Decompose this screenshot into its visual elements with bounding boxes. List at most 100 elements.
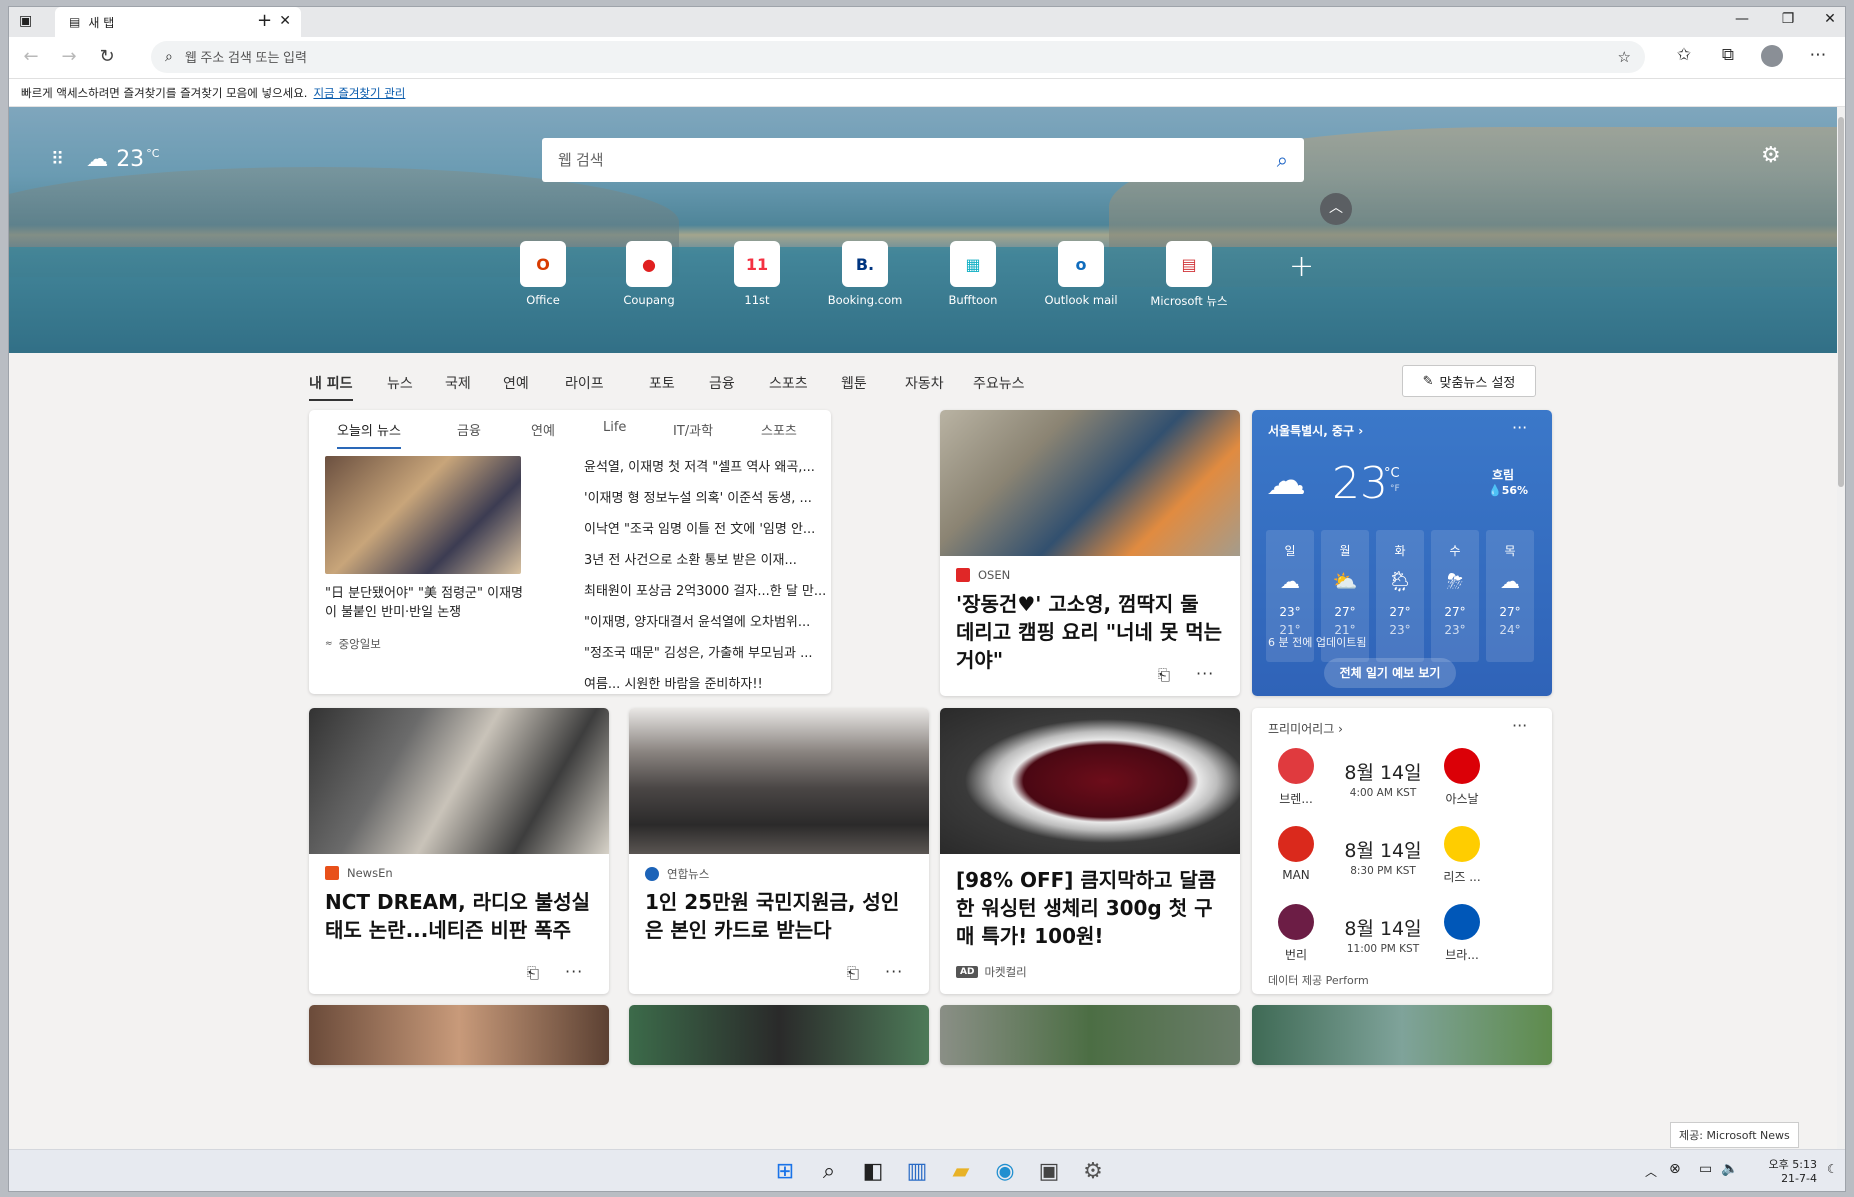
unit-f[interactable]: °F	[1390, 484, 1400, 494]
forecast-button[interactable]: 전체 일기 예보 보기	[1324, 658, 1456, 688]
vertical-scrollbar[interactable]	[1837, 107, 1845, 1149]
subtab-0[interactable]: 오늘의 뉴스	[337, 420, 401, 449]
store-icon[interactable]: ▣	[1035, 1158, 1063, 1186]
osen-news-card[interactable]: OSEN '장동건♥' 고소영, 껌딱지 둘 데리고 캠핑 요리 "너네 못 먹…	[940, 410, 1240, 696]
unit-c[interactable]: °C	[1384, 466, 1400, 481]
match-row[interactable]: MAN 8월 14일 8:30 PM KST 리즈 ...	[1252, 826, 1552, 906]
subtab-3[interactable]: Life	[603, 420, 626, 435]
web-search-box[interactable]: ⌕	[542, 138, 1304, 182]
forecast-day[interactable]: 화 🌦 27° 23°	[1376, 530, 1424, 662]
feed-tab-10[interactable]: 주요뉴스	[973, 373, 1025, 393]
close-tab-icon[interactable]: ✕	[279, 13, 291, 29]
headline-item[interactable]: 3년 전 사건으로 소환 통보 받은 이재...	[584, 549, 831, 568]
feed-tab-4[interactable]: 라이프	[565, 373, 604, 393]
add-quicklink-icon[interactable]: +	[1289, 249, 1314, 284]
feed-tab-5[interactable]: 포토	[649, 373, 675, 393]
partial-card-4[interactable]	[1252, 1005, 1552, 1065]
network-icon[interactable]: ▭	[1699, 1161, 1712, 1177]
headline-item[interactable]: '이재명 형 정보누설 의혹' 이준석 동생, ...	[584, 487, 831, 506]
notification-x-icon[interactable]: ⊗	[1669, 1161, 1681, 1177]
quicklink-1[interactable]: ● Coupang	[599, 241, 699, 307]
quicklink-3[interactable]: B. Booking.com	[815, 241, 915, 307]
feed-tab-3[interactable]: 연예	[503, 373, 529, 393]
gear-icon[interactable]: ⚙	[1761, 143, 1781, 168]
bookmark-icon[interactable]: ⎗	[527, 964, 539, 982]
clock[interactable]: 오후 5:13 21-7-4	[1757, 1156, 1817, 1185]
profile-avatar[interactable]	[1759, 45, 1785, 72]
more-options-icon[interactable]: ···	[565, 962, 583, 981]
away-team[interactable]: 아스날	[1434, 748, 1490, 807]
quicklink-2[interactable]: 11 11st	[707, 241, 807, 307]
more-options-icon[interactable]: ···	[1512, 418, 1527, 437]
cherry-title[interactable]: [98% OFF] 큼지막하고 달콤한 워싱턴 생체리 300g 첫 구매 특가…	[956, 866, 1228, 950]
manage-favorites-link[interactable]: 지금 즐겨찾기 관리	[313, 85, 405, 101]
feed-tab-1[interactable]: 뉴스	[387, 373, 413, 393]
restore-icon[interactable]: ❐	[1773, 11, 1803, 27]
away-team[interactable]: 브라...	[1434, 904, 1490, 963]
edge-icon[interactable]: ◉	[991, 1158, 1019, 1186]
start-icon[interactable]: ⊞	[771, 1158, 799, 1186]
back-icon[interactable]: ←	[17, 46, 45, 67]
main-news-caption[interactable]: "日 분단됐어야" "美 점령군" 이재명이 불붙인 반미·반일 논쟁	[325, 584, 523, 622]
collapse-icon[interactable]: ︿	[1320, 193, 1352, 225]
osen-title[interactable]: '장동건♥' 고소영, 껌딱지 둘 데리고 캠핑 요리 "너네 못 먹는거야"	[956, 590, 1224, 674]
widgets-icon[interactable]: ▥	[903, 1158, 931, 1186]
notification-center-icon[interactable]: ☾	[1827, 1162, 1838, 1176]
search-icon[interactable]: ⌕	[815, 1158, 843, 1186]
headline-item[interactable]: 이낙연 "조국 임명 이틀 전 文에 '임명 안...	[584, 518, 831, 537]
headline-item[interactable]: 최태원이 포상금 2억3000 걸자...한 달 만...	[584, 580, 831, 599]
partial-card-2[interactable]	[629, 1005, 929, 1065]
more-options-icon[interactable]: ···	[885, 962, 903, 981]
favorites-icon[interactable]: ✩	[1671, 45, 1697, 65]
partial-card-1[interactable]	[309, 1005, 609, 1065]
cherry-ad-card[interactable]: [98% OFF] 큼지막하고 달콤한 워싱턴 생체리 300g 첫 구매 특가…	[940, 708, 1240, 994]
main-news-image[interactable]	[325, 456, 521, 574]
headline-item[interactable]: "정조국 때문" 김성은, 가출해 부모님과 ...	[584, 642, 831, 661]
yonhap-title[interactable]: 1인 25만원 국민지원금, 성인은 본인 카드로 받는다	[645, 888, 913, 944]
forecast-day[interactable]: 목 ☁ 27° 24°	[1486, 530, 1534, 662]
headline-item[interactable]: "이재명, 양자대결서 윤석열에 오차범위...	[584, 611, 831, 630]
search-icon[interactable]: ⌕	[1277, 148, 1288, 172]
settings-icon[interactable]: ⚙	[1079, 1158, 1107, 1186]
yonhap-news-card[interactable]: 연합뉴스 1인 25만원 국민지원금, 성인은 본인 카드로 받는다 ⎗ ···	[629, 708, 929, 994]
partial-card-3[interactable]	[940, 1005, 1240, 1065]
headline-item[interactable]: 윤석열, 이재명 첫 저격 "셀프 역사 왜곡,...	[584, 456, 831, 475]
subtab-5[interactable]: 스포츠	[761, 420, 797, 439]
premier-league-card[interactable]: 프리미어리그 › ··· 브렌... 8월 14일 4:00 AM KST 아스날 MA…	[1252, 708, 1552, 994]
file-explorer-icon[interactable]: ▰	[947, 1158, 975, 1186]
weather-location[interactable]: 서울특별시, 중구 ›	[1268, 422, 1363, 439]
feed-tab-2[interactable]: 국제	[445, 373, 471, 393]
home-team[interactable]: 번리	[1268, 904, 1324, 963]
volume-icon[interactable]: 🔈	[1721, 1161, 1738, 1177]
quicklink-0[interactable]: O Office	[493, 241, 593, 307]
tab-actions-icon[interactable]: ▣	[19, 13, 32, 29]
close-window-icon[interactable]: ✕	[1815, 11, 1845, 27]
feed-tab-7[interactable]: 스포츠	[769, 373, 808, 393]
bookmark-icon[interactable]: ⎗	[847, 964, 859, 982]
subtab-2[interactable]: 연예	[531, 420, 555, 439]
match-row[interactable]: 브렌... 8월 14일 4:00 AM KST 아스날	[1252, 748, 1552, 828]
home-team[interactable]: 브렌...	[1268, 748, 1324, 807]
minimize-icon[interactable]: —	[1727, 11, 1757, 27]
chevron-up-icon[interactable]: ︿	[1645, 1163, 1657, 1180]
weather-card[interactable]: 서울특별시, 중구 › ··· ☁ 23 °C °F 흐림 💧56% 일 ☁ 23°…	[1252, 410, 1552, 696]
feed-tab-9[interactable]: 자동차	[905, 373, 944, 393]
more-options-icon[interactable]: ···	[1196, 664, 1214, 683]
quicklink-6[interactable]: ▤ Microsoft 뉴스	[1139, 241, 1239, 309]
more-icon[interactable]: ⋯	[1805, 45, 1831, 65]
custom-news-button[interactable]: ✎ 맞춤뉴스 설정	[1402, 365, 1536, 397]
more-options-icon[interactable]: ···	[1512, 716, 1527, 735]
nct-title[interactable]: NCT DREAM, 라디오 불성실 태도 논란...네티즌 비판 폭주	[325, 888, 593, 944]
feed-tab-8[interactable]: 웹툰	[841, 373, 867, 393]
subtab-1[interactable]: 금융	[457, 420, 481, 439]
add-favorite-icon[interactable]: ☆	[1618, 48, 1631, 66]
address-bar[interactable]: ⌕ ☆	[151, 41, 1645, 73]
refresh-icon[interactable]: ↻	[93, 46, 121, 67]
task-view-icon[interactable]: ◧	[859, 1158, 887, 1186]
apps-grid-icon[interactable]: ⠿	[51, 149, 64, 170]
web-search-input[interactable]	[558, 151, 1277, 169]
feed-tab-0[interactable]: 내 피드	[309, 373, 353, 401]
quicklink-5[interactable]: o Outlook mail	[1031, 241, 1131, 307]
nct-news-card[interactable]: NewsEn NCT DREAM, 라디오 불성실 태도 논란...네티즌 비판…	[309, 708, 609, 994]
new-tab-icon[interactable]: +	[257, 10, 272, 31]
